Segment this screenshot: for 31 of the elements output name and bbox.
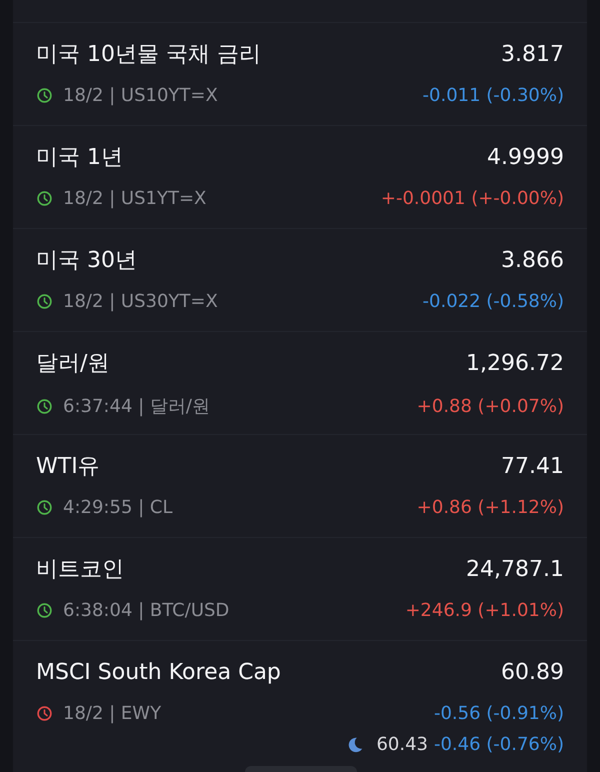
quote-change: +246.9 (+1.01%) xyxy=(405,600,564,621)
quote-price: 4.9999 xyxy=(487,144,564,172)
quote-time-symbol: 4:29:55 | CL xyxy=(63,497,172,518)
quote-time-symbol: 6:37:44 | 달러/원 xyxy=(63,395,210,418)
quote-price: 3.817 xyxy=(501,41,564,69)
quote-change: -0.56 (-0.91%) xyxy=(434,703,564,724)
quote-name: WTI유 xyxy=(36,453,100,481)
quote-change: -0.022 (-0.58%) xyxy=(422,291,564,312)
quote-price: 24,787.1 xyxy=(466,556,564,584)
quote-time-symbol: 18/2 | US10YT=X xyxy=(63,85,218,106)
quote-time-symbol: 18/2 | US30YT=X xyxy=(63,291,218,312)
quote-change: +0.86 (+1.12%) xyxy=(416,497,564,518)
quote-change: -0.011 (-0.30%) xyxy=(422,85,564,106)
quote-time-symbol: 18/2 | US1YT=X xyxy=(63,188,206,209)
quote-name: 비트코인 xyxy=(36,556,124,584)
quote-name: 미국 1년 xyxy=(36,144,123,172)
quote-price: 1,296.72 xyxy=(466,350,564,378)
quote-change: +-0.0001 (+-0.00%) xyxy=(380,188,564,209)
quote-change: +0.88 (+0.07%) xyxy=(416,396,564,416)
quote-name: 미국 10년물 국채 금리 xyxy=(36,41,261,69)
quote-time-symbol: 18/2 | EWY xyxy=(63,703,162,724)
after-hours-change: -0.46 (-0.76%) xyxy=(434,734,564,755)
quote-name: 미국 30년 xyxy=(36,247,137,275)
moon-icon xyxy=(346,736,364,754)
quote-name: 달러/원 xyxy=(36,350,110,378)
quote-name: MSCI South Korea Cap xyxy=(36,659,281,687)
after-hours-price: 60.43 xyxy=(376,734,428,755)
quote-price: 3.866 xyxy=(501,247,564,275)
quote-price: 77.41 xyxy=(501,453,564,481)
quote-time-symbol: 6:38:04 | BTC/USD xyxy=(63,600,230,621)
quote-price: 60.89 xyxy=(501,659,564,687)
